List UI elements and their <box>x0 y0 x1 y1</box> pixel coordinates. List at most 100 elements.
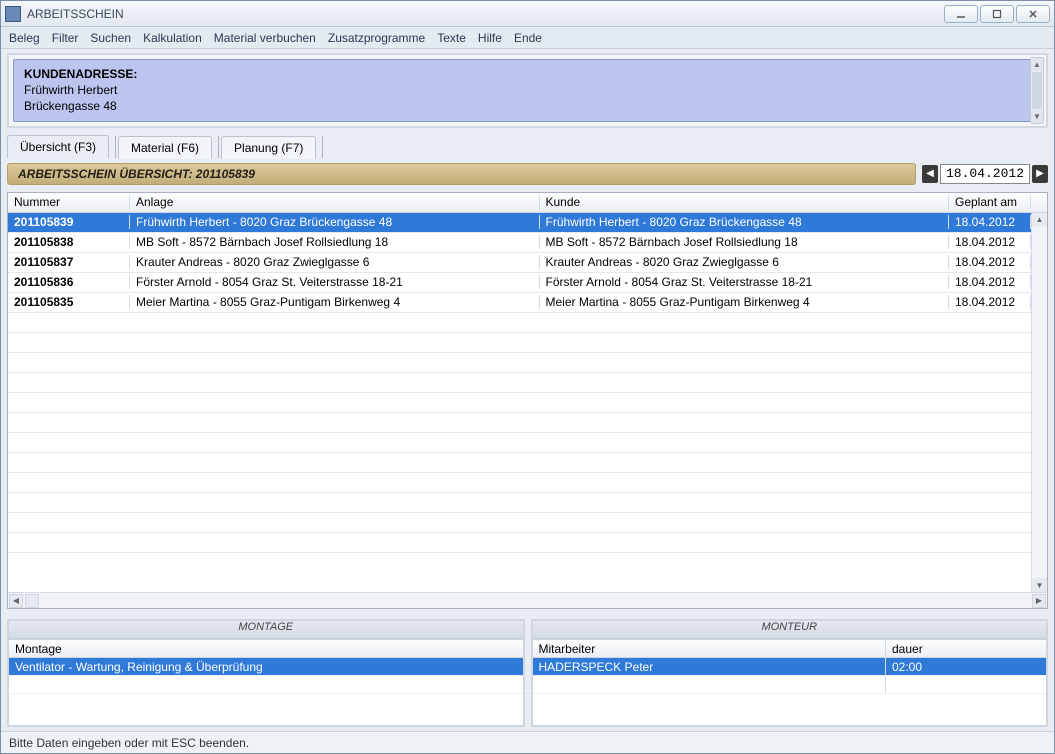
table-row[interactable] <box>8 413 1031 433</box>
menu-texte[interactable]: Texte <box>437 31 466 45</box>
col-header-geplant[interactable]: Geplant am <box>949 195 1031 209</box>
col-header-montage[interactable]: Montage <box>9 640 523 657</box>
table-row[interactable] <box>8 433 1031 453</box>
tab-uebersicht[interactable]: Übersicht (F3) <box>7 135 109 159</box>
date-field[interactable]: 18.04.2012 <box>940 164 1030 184</box>
date-prev-button[interactable]: ◀ <box>922 165 938 183</box>
menu-kalkulation[interactable]: Kalkulation <box>143 31 202 45</box>
monteur-row-empty[interactable] <box>533 676 1047 694</box>
monteur-header: Mitarbeiter dauer <box>533 640 1047 658</box>
table-row[interactable]: 201105836Förster Arnold - 8054 Graz St. … <box>8 273 1031 293</box>
monteur-panel-title: MONTEUR <box>533 621 1047 639</box>
titlebar: ARBEITSSCHEIN <box>1 1 1054 27</box>
address-box: KUNDENADRESSE: Frühwirth Herbert Brücken… <box>13 59 1042 122</box>
statusbar: Bitte Daten eingeben oder mit ESC beende… <box>1 731 1054 753</box>
montage-panel: MONTAGE Montage Ventilator - Wartung, Re… <box>7 619 525 727</box>
cell-kunde: MB Soft - 8572 Bärnbach Josef Rollsiedlu… <box>540 235 950 249</box>
scroll-track[interactable] <box>1032 227 1047 578</box>
col-header-kunde[interactable]: Kunde <box>540 195 950 209</box>
address-line2: Brückengasse 48 <box>24 98 1031 114</box>
overview-grid: Nummer Anlage Kunde Geplant am 201105839… <box>7 192 1048 609</box>
table-row[interactable]: 201105838MB Soft - 8572 Bärnbach Josef R… <box>8 233 1031 253</box>
scroll-up-icon[interactable]: ▲ <box>1031 58 1043 71</box>
montage-row[interactable]: Ventilator - Wartung, Reinigung & Überpr… <box>9 658 523 676</box>
cell-anlage: Meier Martina - 8055 Graz-Puntigam Birke… <box>130 295 540 309</box>
menu-ende[interactable]: Ende <box>514 31 542 45</box>
address-scrollbar[interactable]: ▲ ▼ <box>1030 57 1044 124</box>
monteur-cell-dauer: 02:00 <box>886 658 1046 675</box>
chevron-right-icon: ▶ <box>1036 168 1044 179</box>
cell-nummer: 201105836 <box>8 275 130 289</box>
window-controls <box>944 5 1050 23</box>
cell-geplant: 18.04.2012 <box>949 235 1031 249</box>
app-icon <box>5 6 21 22</box>
close-button[interactable] <box>1016 5 1050 23</box>
window-title: ARBEITSSCHEIN <box>27 7 124 21</box>
scroll-right-icon[interactable]: ▶ <box>1032 594 1046 608</box>
scroll-up-icon[interactable]: ▲ <box>1032 213 1047 227</box>
scroll-left-icon[interactable]: ◀ <box>9 594 23 608</box>
table-row[interactable] <box>8 533 1031 553</box>
cell-nummer: 201105835 <box>8 295 130 309</box>
maximize-button[interactable] <box>980 5 1014 23</box>
table-row[interactable] <box>8 453 1031 473</box>
address-panel: KUNDENADRESSE: Frühwirth Herbert Brücken… <box>7 53 1048 128</box>
scroll-thumb[interactable] <box>1032 72 1042 109</box>
address-line1: Frühwirth Herbert <box>24 82 1031 98</box>
table-row[interactable] <box>8 333 1031 353</box>
table-row[interactable] <box>8 473 1031 493</box>
table-row[interactable] <box>8 393 1031 413</box>
overview-title: ARBEITSSCHEIN ÜBERSICHT: 201105839 <box>7 163 916 185</box>
tab-material[interactable]: Material (F6) <box>118 136 212 159</box>
menu-filter[interactable]: Filter <box>52 31 79 45</box>
date-nav: ◀ 18.04.2012 ▶ <box>922 164 1048 184</box>
table-row[interactable]: 201105835Meier Martina - 8055 Graz-Punti… <box>8 293 1031 313</box>
cell-anlage: Förster Arnold - 8054 Graz St. Veiterstr… <box>130 275 540 289</box>
monteur-panel: MONTEUR Mitarbeiter dauer HADERSPECK Pet… <box>531 619 1049 727</box>
table-row[interactable] <box>8 373 1031 393</box>
col-header-anlage[interactable]: Anlage <box>130 195 540 209</box>
table-row[interactable] <box>8 353 1031 373</box>
table-row[interactable]: 201105839Frühwirth Herbert - 8020 Graz B… <box>8 213 1031 233</box>
menu-hilfe[interactable]: Hilfe <box>478 31 502 45</box>
chevron-left-icon: ◀ <box>926 168 934 179</box>
table-row[interactable] <box>8 493 1031 513</box>
cell-kunde: Krauter Andreas - 8020 Graz Zwieglgasse … <box>540 255 950 269</box>
menu-beleg[interactable]: Beleg <box>9 31 40 45</box>
tab-planung[interactable]: Planung (F7) <box>221 136 316 159</box>
montage-header: Montage <box>9 640 523 658</box>
table-row[interactable] <box>8 313 1031 333</box>
col-header-nummer[interactable]: Nummer <box>8 195 130 209</box>
menu-material-verbuchen[interactable]: Material verbuchen <box>214 31 316 45</box>
tab-divider <box>115 136 116 158</box>
table-row[interactable]: 201105837Krauter Andreas - 8020 Graz Zwi… <box>8 253 1031 273</box>
monteur-row[interactable]: HADERSPECK Peter 02:00 <box>533 658 1047 676</box>
date-next-button[interactable]: ▶ <box>1032 165 1048 183</box>
cell-geplant: 18.04.2012 <box>949 275 1031 289</box>
maximize-icon <box>992 9 1002 19</box>
col-header-mitarbeiter[interactable]: Mitarbeiter <box>533 640 887 657</box>
menu-zusatzprogramme[interactable]: Zusatzprogramme <box>328 31 425 45</box>
scroll-down-icon[interactable]: ▼ <box>1032 578 1047 592</box>
cell-kunde: Förster Arnold - 8054 Graz St. Veiterstr… <box>540 275 950 289</box>
tabs: Übersicht (F3) Material (F6) Planung (F7… <box>7 134 1048 158</box>
cell-anlage: MB Soft - 8572 Bärnbach Josef Rollsiedlu… <box>130 235 540 249</box>
grid-hscrollbar[interactable]: ◀ ▶ <box>8 592 1047 608</box>
scroll-down-icon[interactable]: ▼ <box>1031 110 1043 123</box>
cell-geplant: 18.04.2012 <box>949 295 1031 309</box>
cell-anlage: Frühwirth Herbert - 8020 Graz Brückengas… <box>130 215 540 229</box>
monteur-cell-mitarbeiter: HADERSPECK Peter <box>533 658 887 675</box>
table-row[interactable] <box>8 513 1031 533</box>
menu-suchen[interactable]: Suchen <box>90 31 131 45</box>
status-text: Bitte Daten eingeben oder mit ESC beende… <box>9 736 249 750</box>
close-icon <box>1028 9 1038 19</box>
cell-kunde: Meier Martina - 8055 Graz-Puntigam Birke… <box>540 295 950 309</box>
minimize-button[interactable] <box>944 5 978 23</box>
montage-row-empty[interactable] <box>9 676 523 694</box>
grid-vscrollbar[interactable]: ▲ ▼ <box>1031 213 1047 592</box>
hscroll-thumb[interactable] <box>25 594 39 608</box>
col-header-dauer[interactable]: dauer <box>886 640 1046 657</box>
grid-body: 201105839Frühwirth Herbert - 8020 Graz B… <box>8 213 1047 592</box>
cell-anlage: Krauter Andreas - 8020 Graz Zwieglgasse … <box>130 255 540 269</box>
tab-divider <box>218 136 219 158</box>
